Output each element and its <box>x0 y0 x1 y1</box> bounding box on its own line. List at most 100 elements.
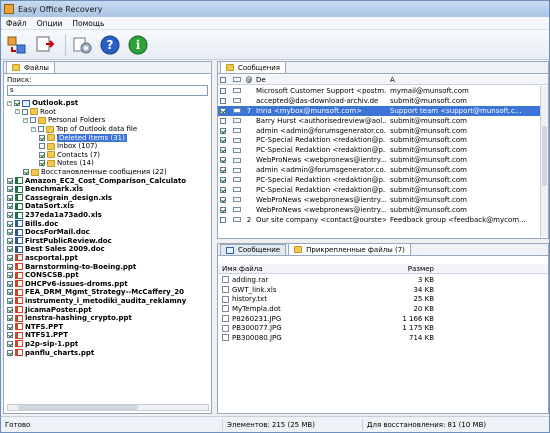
expand-toggle[interactable]: - <box>7 100 12 106</box>
info-button[interactable]: i <box>126 33 150 57</box>
tree-item[interactable]: FirstPublicReview.doc <box>7 237 209 246</box>
message-checkbox[interactable] <box>220 206 226 213</box>
tree-item-checkbox[interactable] <box>7 254 13 261</box>
message-row[interactable]: PC-Special Redaktion <redaktion@p... subm… <box>218 185 540 195</box>
header-filename[interactable]: Имя файла <box>218 265 384 273</box>
tree-item-checkbox[interactable] <box>39 143 45 150</box>
tree-item-checkbox[interactable] <box>30 117 36 124</box>
tree-item-checkbox[interactable] <box>7 194 13 201</box>
settings-button[interactable] <box>70 33 94 57</box>
tree-item[interactable]: Bills.doc <box>7 219 209 228</box>
menu-help[interactable]: Помощь <box>67 19 109 28</box>
tree-item[interactable]: Cassegrain_design.xls <box>7 194 209 203</box>
message-checkbox-cell[interactable] <box>218 206 230 213</box>
tree-item[interactable]: panflu_charts.ppt <box>7 348 209 357</box>
tree-item-checkbox[interactable] <box>7 306 13 313</box>
message-checkbox-cell[interactable] <box>218 117 230 124</box>
tab-message[interactable]: Сообщение <box>220 244 287 255</box>
menu-file[interactable]: Файл <box>1 19 32 28</box>
scroll-thumb[interactable] <box>542 126 547 186</box>
message-row[interactable]: PC-Special Redaktion <redaktion@p... subm… <box>218 145 540 155</box>
tree-item-checkbox[interactable] <box>7 186 13 193</box>
tree-item[interactable]: DocsForMail.doc <box>7 228 209 237</box>
tree-item[interactable]: NTFS.PPT <box>7 322 209 331</box>
tree-item-checkbox[interactable] <box>7 229 13 236</box>
tree-item[interactable]: Contacts (7) <box>7 151 209 160</box>
tree-item-checkbox[interactable] <box>39 160 45 167</box>
tree-item[interactable]: CONSCSB.ppt <box>7 271 209 280</box>
tree-item-checkbox[interactable] <box>7 263 13 270</box>
message-checkbox[interactable] <box>220 196 226 203</box>
tree-item-checkbox[interactable] <box>38 126 44 133</box>
message-row[interactable]: WebProNews <webpronews@ientry.... submit@… <box>218 195 540 205</box>
tree-item[interactable]: JicamaPoster.ppt <box>7 305 209 314</box>
tree-item[interactable]: p2p-sip-1.ppt <box>7 340 209 349</box>
tree-item-checkbox[interactable] <box>39 134 45 141</box>
header-size[interactable]: Размер <box>384 265 434 273</box>
tab-messages[interactable]: Сообщения <box>220 61 287 73</box>
tree-item[interactable]: Benchmark.xls <box>7 185 209 194</box>
tree-item[interactable]: - Outlook.pst <box>7 99 209 108</box>
tree-item[interactable]: instrumenty_i_metodiki_audita_reklamny <box>7 297 209 306</box>
tree-item-checkbox[interactable] <box>7 220 13 227</box>
save-button[interactable] <box>33 33 57 57</box>
tree-item-checkbox[interactable] <box>7 349 13 356</box>
message-row[interactable]: Barry Hurst <authorisedreview@aol.... sub… <box>218 116 540 126</box>
tree-item[interactable]: - Top of Outlook data file <box>7 125 209 134</box>
search-input[interactable]: s <box>7 85 208 96</box>
attachment-row[interactable]: PB300080.JPG 714 KB <box>218 333 548 343</box>
message-checkbox-cell[interactable] <box>218 157 230 164</box>
message-row[interactable]: WebProNews <webpronews@ientry.... submit@… <box>218 205 540 215</box>
tree-item[interactable]: DataSort.xls <box>7 202 209 211</box>
tree-item[interactable]: ascportal.ppt <box>7 254 209 263</box>
message-checkbox-cell[interactable] <box>218 176 230 183</box>
message-checkbox-cell[interactable] <box>218 97 230 104</box>
attachment-row[interactable]: GWT_link.xls 34 KB <box>218 285 548 295</box>
message-row[interactable]: PC-Special Redaktion <redaktion@p... subm… <box>218 175 540 185</box>
tree-item[interactable]: 237eda1a73ad0.xls <box>7 211 209 220</box>
header-to[interactable]: A <box>386 76 536 84</box>
message-checkbox-cell[interactable] <box>218 87 230 94</box>
message-row[interactable]: 2 Our site company <contact@ourste> Feedba… <box>218 215 540 225</box>
message-row[interactable]: Microsoft Customer Support <postm... myma… <box>218 86 540 96</box>
tree-item-checkbox[interactable] <box>7 246 13 253</box>
message-checkbox[interactable] <box>220 117 226 124</box>
tree-item[interactable]: FEA_DRM_Mgmt_Strategy--McCaffery_20 <box>7 288 209 297</box>
message-checkbox[interactable] <box>220 137 226 144</box>
tree-item-checkbox[interactable] <box>23 169 29 176</box>
tree-item[interactable]: Notes (14) <box>7 159 209 168</box>
message-checkbox[interactable] <box>220 147 226 154</box>
expand-toggle[interactable]: - <box>31 126 36 132</box>
message-checkbox-cell[interactable] <box>218 107 230 114</box>
attachment-row[interactable]: PB300077.JPG 1 175 KB <box>218 323 548 333</box>
message-row[interactable]: 7 Irina <mybox@munsoft.com> Support team <… <box>218 105 540 116</box>
message-checkbox[interactable] <box>220 127 226 134</box>
message-checkbox[interactable] <box>220 216 226 223</box>
message-checkbox-cell[interactable] <box>218 147 230 154</box>
tab-files[interactable]: Файлы <box>6 61 55 73</box>
message-checkbox[interactable] <box>220 107 226 114</box>
tree-horizontal-scrollbar[interactable] <box>7 404 209 411</box>
message-checkbox-cell[interactable] <box>218 137 230 144</box>
message-checkbox-cell[interactable] <box>218 196 230 203</box>
tree-item-checkbox[interactable] <box>7 289 13 296</box>
expand-toggle[interactable]: - <box>23 117 28 123</box>
tree-item-checkbox[interactable] <box>7 297 13 304</box>
tree-item[interactable]: Best Sales 2009.doc <box>7 245 209 254</box>
message-checkbox[interactable] <box>220 87 226 94</box>
tree-item[interactable]: Barnstorming-to-Boeing.ppt <box>7 262 209 271</box>
scroll-thumb[interactable] <box>18 405 138 410</box>
tree-item-checkbox[interactable] <box>7 272 13 279</box>
message-row[interactable]: admin <admin@forumsgenerator.co... submit… <box>218 165 540 175</box>
message-checkbox-cell[interactable] <box>218 186 230 193</box>
messages-vertical-scrollbar[interactable] <box>540 86 548 237</box>
message-row[interactable]: WebProNews <webpronews@ientry.... submit@… <box>218 155 540 165</box>
tree-item[interactable]: - Root <box>7 108 209 117</box>
message-checkbox-cell[interactable] <box>218 127 230 134</box>
recover-button[interactable] <box>5 33 29 57</box>
tree-item[interactable]: lenstra-hashing_crypto.ppt <box>7 314 209 323</box>
tree-item[interactable]: DHCPv6-issues-droms.ppt <box>7 279 209 288</box>
message-checkbox-cell[interactable] <box>218 216 230 223</box>
tree-item-checkbox[interactable] <box>7 323 13 330</box>
tree-item-checkbox[interactable] <box>14 100 20 107</box>
